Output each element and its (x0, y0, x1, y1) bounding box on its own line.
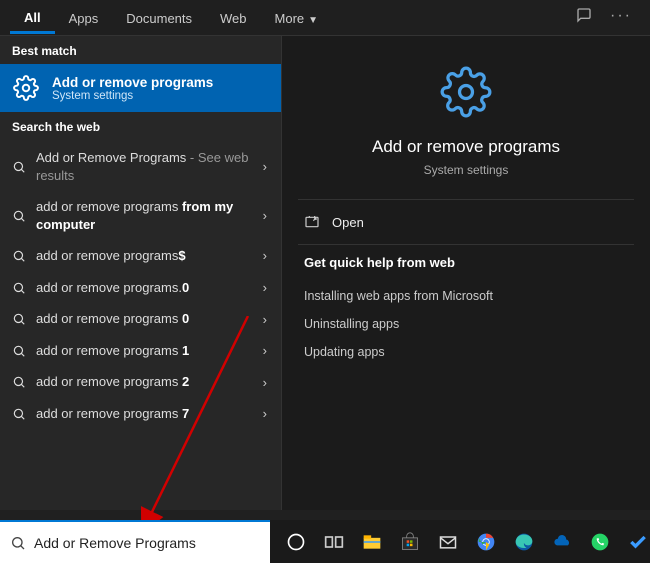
web-result[interactable]: add or remove programs 2› (0, 366, 281, 398)
more-options-icon[interactable]: ··· (610, 7, 632, 28)
help-title: Get quick help from web (304, 255, 628, 270)
search-icon (10, 535, 26, 551)
best-match-title: Add or remove programs (52, 75, 213, 90)
whatsapp-icon[interactable] (588, 530, 612, 554)
search-icon (10, 160, 28, 174)
chrome-icon[interactable] (474, 530, 498, 554)
detail-pane: Add or remove programs System settings O… (282, 36, 650, 510)
feedback-icon[interactable] (576, 7, 592, 28)
help-link[interactable]: Installing web apps from Microsoft (304, 282, 628, 310)
web-result[interactable]: add or remove programs 7› (0, 398, 281, 430)
chevron-right-icon: › (263, 159, 269, 174)
open-action[interactable]: Open (282, 200, 650, 244)
tab-web[interactable]: Web (206, 3, 261, 32)
taskbar (0, 520, 650, 563)
open-label: Open (332, 215, 364, 230)
web-results-list: Add or Remove Programs - See web results… (0, 140, 281, 431)
chevron-right-icon: › (263, 280, 269, 295)
search-icon (10, 344, 28, 358)
edge-icon[interactable] (512, 530, 536, 554)
tab-more[interactable]: More▼ (261, 3, 333, 32)
onedrive-icon[interactable] (550, 530, 574, 554)
web-result[interactable]: add or remove programs.0› (0, 272, 281, 304)
search-web-label: Search the web (0, 112, 281, 140)
search-icon (10, 312, 28, 326)
chevron-right-icon: › (263, 406, 269, 421)
chevron-right-icon: › (263, 208, 269, 223)
search-icon (10, 209, 28, 223)
web-result[interactable]: add or remove programs 0› (0, 303, 281, 335)
task-view-icon[interactable] (322, 530, 346, 554)
cortana-icon[interactable] (284, 530, 308, 554)
search-icon (10, 407, 28, 421)
results-area: Best match Add or remove programs System… (0, 36, 650, 510)
filter-tabs: All Apps Documents Web More▼ ··· (0, 0, 650, 36)
best-match-label: Best match (0, 36, 281, 64)
tab-documents[interactable]: Documents (112, 3, 206, 32)
chevron-right-icon: › (263, 248, 269, 263)
open-icon (304, 214, 320, 230)
mail-icon[interactable] (436, 530, 460, 554)
search-input[interactable] (34, 535, 260, 551)
chevron-right-icon: › (263, 375, 269, 390)
search-icon (10, 249, 28, 263)
web-result[interactable]: add or remove programs from my computer› (0, 191, 281, 240)
chevron-down-icon: ▼ (308, 15, 318, 26)
chevron-right-icon: › (263, 343, 269, 358)
search-box[interactable] (0, 520, 270, 563)
checkmark-icon[interactable] (626, 530, 650, 554)
file-explorer-icon[interactable] (360, 530, 384, 554)
search-icon (10, 375, 28, 389)
chevron-right-icon: › (263, 312, 269, 327)
results-list: Best match Add or remove programs System… (0, 36, 282, 510)
best-match-result[interactable]: Add or remove programs System settings (0, 64, 281, 112)
web-result[interactable]: Add or Remove Programs - See web results… (0, 142, 281, 191)
gear-icon (12, 74, 40, 102)
detail-subtitle: System settings (424, 163, 509, 177)
help-link[interactable]: Uninstalling apps (304, 310, 628, 338)
help-link[interactable]: Updating apps (304, 338, 628, 366)
tab-all[interactable]: All (10, 2, 55, 34)
search-icon (10, 281, 28, 295)
detail-title: Add or remove programs (372, 137, 560, 157)
microsoft-store-icon[interactable] (398, 530, 422, 554)
tab-apps[interactable]: Apps (55, 3, 113, 32)
web-result[interactable]: add or remove programs$› (0, 240, 281, 272)
best-match-subtitle: System settings (52, 90, 213, 102)
web-result[interactable]: add or remove programs 1› (0, 335, 281, 367)
gear-icon (440, 66, 492, 123)
